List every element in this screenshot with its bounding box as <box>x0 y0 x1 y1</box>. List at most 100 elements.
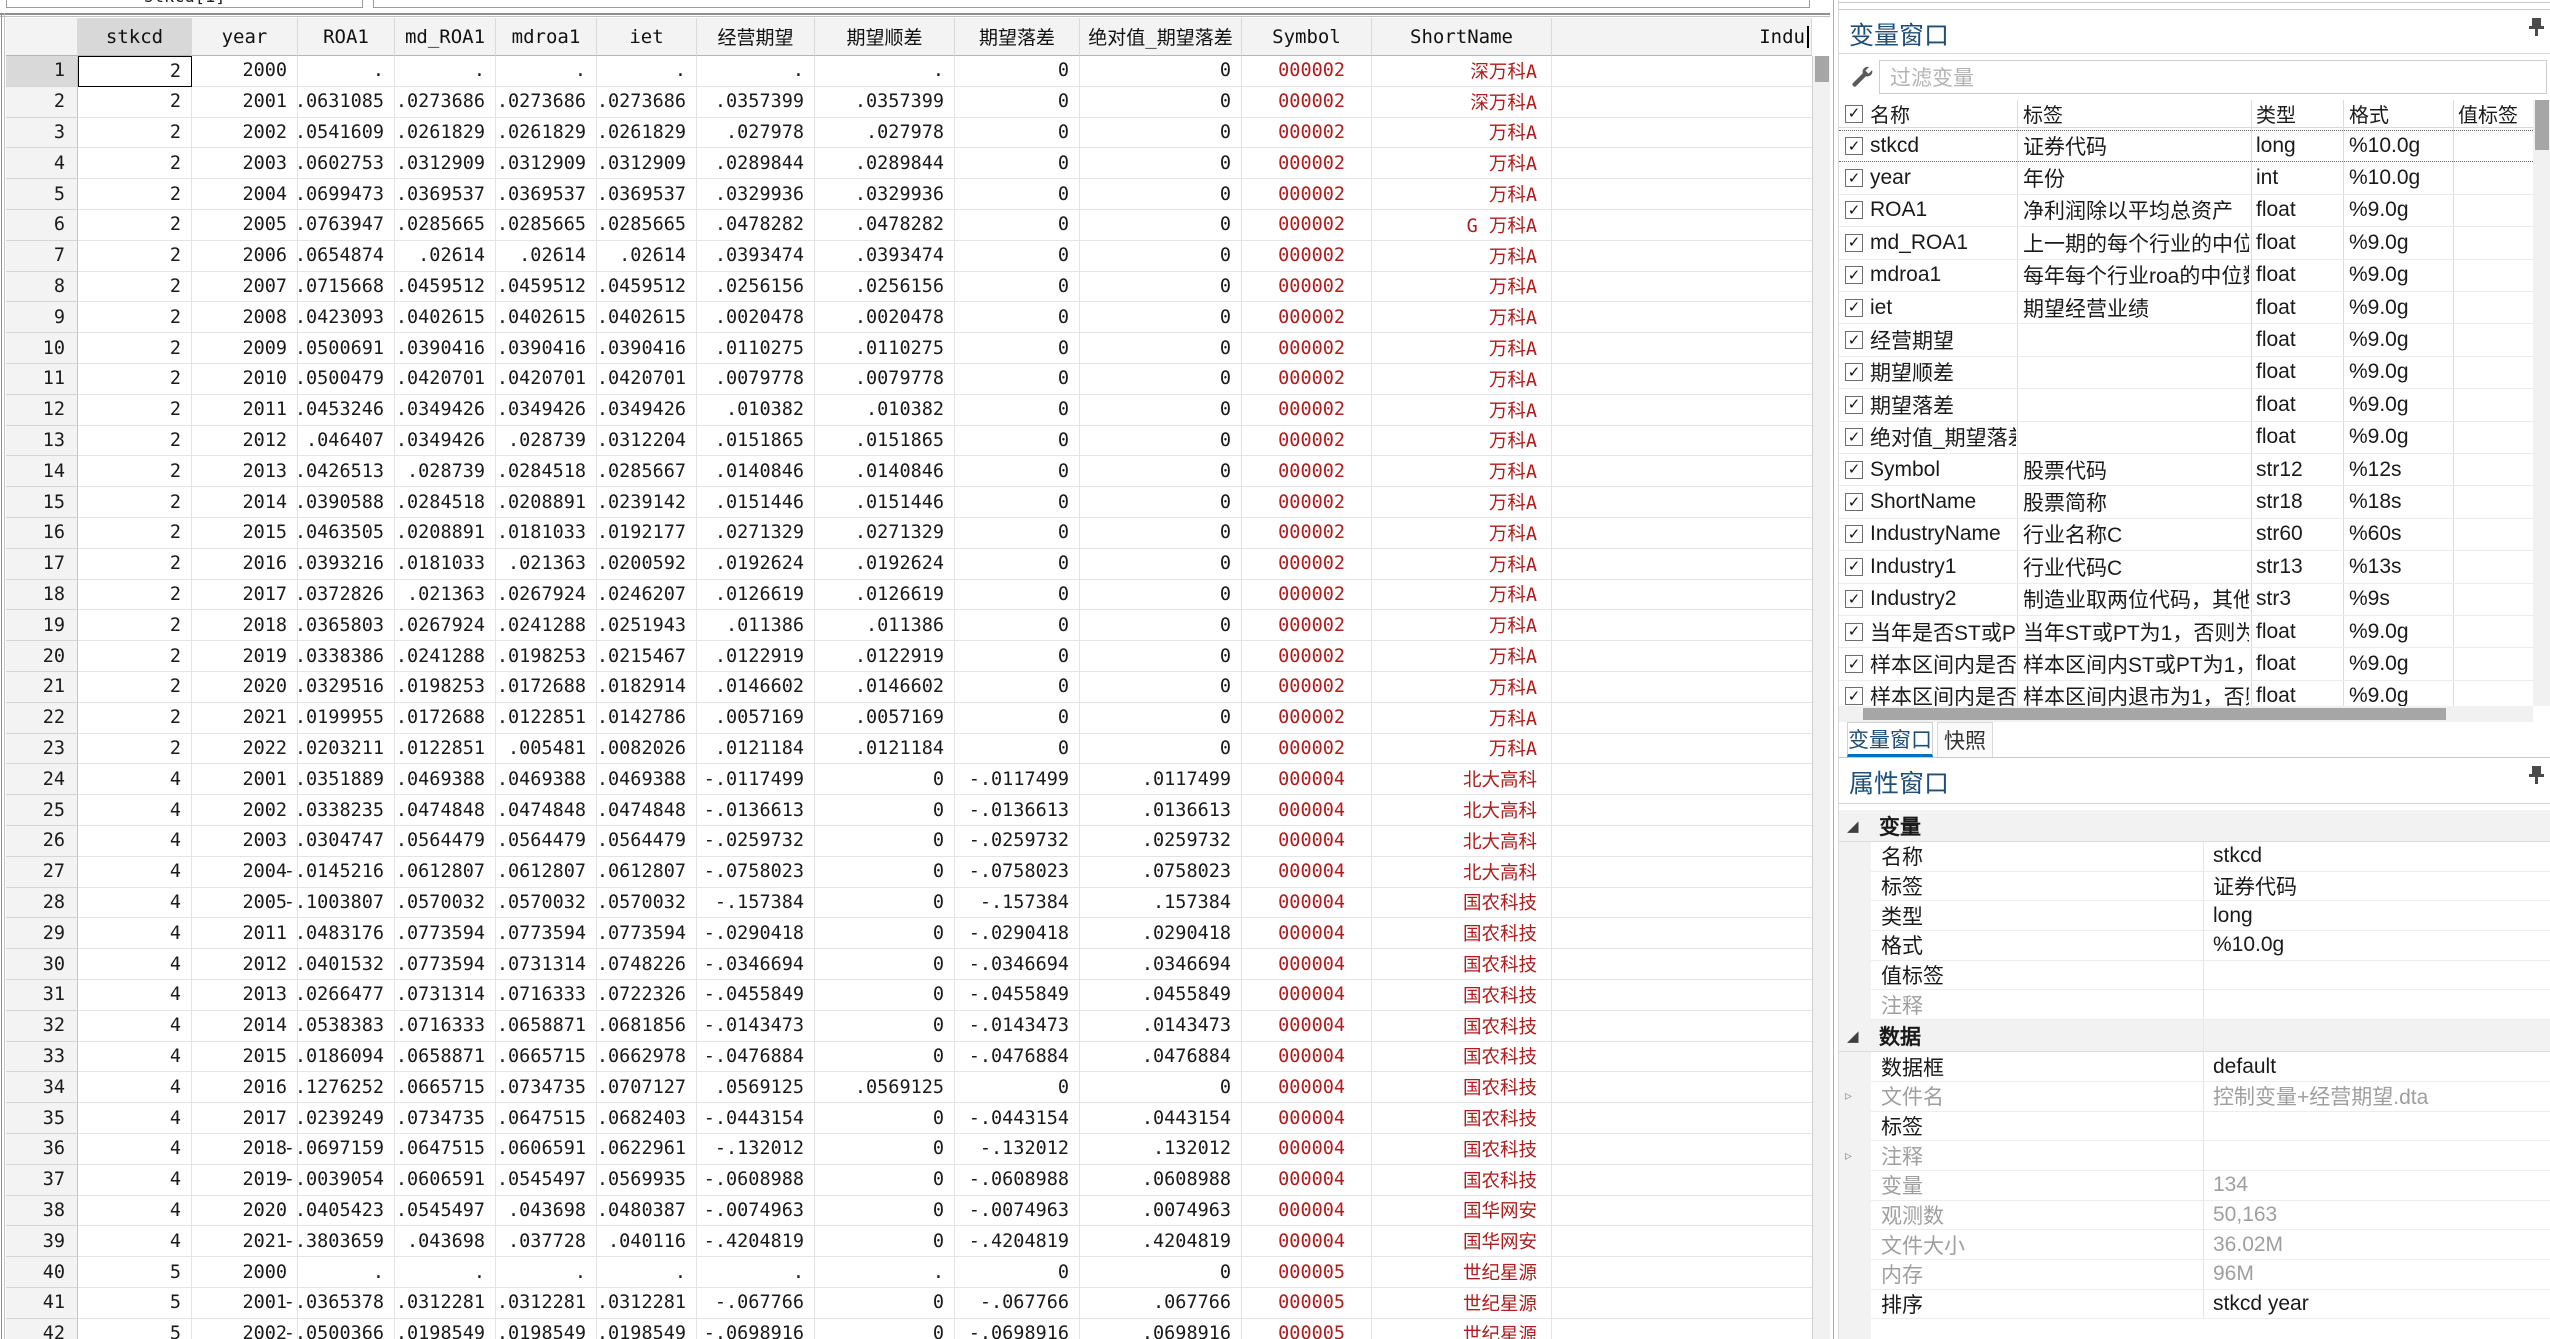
variable-row[interactable]: ✓期望落差float%9.0g <box>1839 389 2533 421</box>
cell-iet[interactable]: .0198549 <box>597 1319 697 1339</box>
variable-row[interactable]: ✓样本区间内是否...样本区间内退市为1，否则...float%9.0g <box>1839 681 2533 706</box>
cell-Symbol[interactable]: 000005 <box>1242 1288 1372 1319</box>
cell-mdroa1[interactable]: .0402615 <box>496 302 597 333</box>
cell-qwlc[interactable]: -.0758023 <box>955 857 1080 888</box>
cell-ROA1[interactable]: .0483176 <box>298 918 395 949</box>
cell-stkcd[interactable]: 4 <box>78 1196 192 1227</box>
cell-qwlc[interactable]: 0 <box>955 395 1080 426</box>
cell-mdroa1[interactable]: .0312909 <box>496 148 597 179</box>
cell-jdz[interactable]: 0 <box>1080 734 1242 765</box>
cell-stkcd[interactable]: 2 <box>78 333 192 364</box>
cell-qwsc[interactable]: .0121184 <box>815 734 955 765</box>
cell-iet[interactable]: .0402615 <box>597 302 697 333</box>
cell-iet[interactable]: .0273686 <box>597 87 697 118</box>
cell-qwsc[interactable]: .0057169 <box>815 703 955 734</box>
cell-stkcd[interactable]: 4 <box>78 1165 192 1196</box>
cell-ShortName[interactable]: 北大高科 <box>1372 764 1552 795</box>
cell-ROA1[interactable]: .0329516 <box>298 672 395 703</box>
cell-stkcd[interactable]: 2 <box>78 703 192 734</box>
cell-jdz[interactable]: .0346694 <box>1080 949 1242 980</box>
cell-ROA1[interactable]: .0186094 <box>298 1042 395 1073</box>
variable-checkbox[interactable]: ✓ <box>1845 525 1863 543</box>
cell-mdroa1[interactable]: .0731314 <box>496 949 597 980</box>
cell-jyqw[interactable]: .0478282 <box>697 210 815 241</box>
cell-IndustryName[interactable] <box>1552 1165 1812 1196</box>
cell-iet[interactable]: .0469388 <box>597 764 697 795</box>
cell-mdroa1[interactable]: .0172688 <box>496 672 597 703</box>
cell-IndustryName[interactable] <box>1552 1288 1812 1319</box>
cell-jyqw[interactable]: .0289844 <box>697 148 815 179</box>
cell-qwlc[interactable]: -.0443154 <box>955 1103 1080 1134</box>
cell-stkcd[interactable]: 2 <box>78 518 192 549</box>
cell-year[interactable]: 2019 <box>192 641 298 672</box>
cell-IndustryName[interactable] <box>1552 426 1812 457</box>
cell-jdz[interactable]: .0136613 <box>1080 795 1242 826</box>
cell-stkcd[interactable]: 4 <box>78 918 192 949</box>
cell-IndustryName[interactable] <box>1552 672 1812 703</box>
row-number-cell[interactable]: 39 <box>6 1226 78 1257</box>
cell-qwsc[interactable]: 0 <box>815 1226 955 1257</box>
cell-iet[interactable]: .0564479 <box>597 826 697 857</box>
cell-ShortName[interactable]: 国农科技 <box>1372 918 1552 949</box>
cell-year[interactable]: 2007 <box>192 272 298 303</box>
cell-IndustryName[interactable] <box>1552 1011 1812 1042</box>
cell-mdroa1[interactable]: .0241288 <box>496 610 597 641</box>
row-expand-icon[interactable]: ▹ <box>1845 1147 1852 1164</box>
cell-IndustryName[interactable] <box>1552 610 1812 641</box>
cell-year[interactable]: 2003 <box>192 826 298 857</box>
property-value[interactable]: 134 <box>2213 1171 2248 1200</box>
cell-mdroa1[interactable]: .0564479 <box>496 826 597 857</box>
cell-qwsc[interactable]: 0 <box>815 949 955 980</box>
variable-row[interactable]: ✓ShortName股票简称str18%18s <box>1839 486 2533 518</box>
cell-stkcd[interactable]: 4 <box>78 1103 192 1134</box>
cell-jyqw[interactable]: .0256156 <box>697 272 815 303</box>
cell-qwlc[interactable]: -.0074963 <box>955 1196 1080 1227</box>
cell-md_ROA1[interactable]: .0658871 <box>395 1042 496 1073</box>
properties-section-header[interactable]: ◢数据 <box>1839 1020 2550 1052</box>
cell-year[interactable]: 2016 <box>192 1072 298 1103</box>
cell-ROA1[interactable]: .0390588 <box>298 487 395 518</box>
cell-stkcd[interactable]: 2 <box>78 672 192 703</box>
cell-jdz[interactable]: .0143473 <box>1080 1011 1242 1042</box>
cell-md_ROA1[interactable]: .0420701 <box>395 364 496 395</box>
cell-jyqw[interactable]: -.0443154 <box>697 1103 815 1134</box>
cell-qwlc[interactable]: 0 <box>955 518 1080 549</box>
row-number-cell[interactable]: 15 <box>6 487 78 518</box>
cell-jdz[interactable]: 0 <box>1080 580 1242 611</box>
cell-iet[interactable]: .0285665 <box>597 210 697 241</box>
variable-checkbox[interactable]: ✓ <box>1845 331 1863 349</box>
cell-iet[interactable]: .0459512 <box>597 272 697 303</box>
property-value[interactable]: 96M <box>2213 1260 2254 1289</box>
cell-mdroa1[interactable]: .0734735 <box>496 1072 597 1103</box>
row-number-cell[interactable]: 20 <box>6 641 78 672</box>
cell-qwsc[interactable]: .0110275 <box>815 333 955 364</box>
property-value[interactable]: stkcd <box>2213 842 2262 871</box>
col-header-label[interactable]: 标签 <box>2023 100 2063 127</box>
cell-mdroa1[interactable]: .0369537 <box>496 179 597 210</box>
cell-qwsc[interactable]: 0 <box>815 980 955 1011</box>
cell-ShortName[interactable]: 万科A <box>1372 426 1552 457</box>
cell-Symbol[interactable]: 000002 <box>1242 241 1372 272</box>
variables-horizontal-scrollbar-thumb[interactable] <box>1863 708 2446 720</box>
cell-iet[interactable]: .0707127 <box>597 1072 697 1103</box>
cell-ShortName[interactable]: 万科A <box>1372 148 1552 179</box>
cell-IndustryName[interactable] <box>1552 1042 1812 1073</box>
cell-year[interactable]: 2009 <box>192 333 298 364</box>
cell-ROA1[interactable]: -.0697159 <box>298 1134 395 1165</box>
cell-Symbol[interactable]: 000002 <box>1242 734 1372 765</box>
cell-stkcd[interactable]: 2 <box>78 210 192 241</box>
cell-jyqw[interactable]: .0569125 <box>697 1072 815 1103</box>
cell-jdz[interactable]: 0 <box>1080 549 1242 580</box>
row-number-cell[interactable]: 14 <box>6 456 78 487</box>
variable-filter-input[interactable]: 过滤变量 <box>1879 60 2547 94</box>
cell-IndustryName[interactable] <box>1552 518 1812 549</box>
cell-qwsc[interactable]: .0192624 <box>815 549 955 580</box>
cell-ShortName[interactable]: 万科A <box>1372 734 1552 765</box>
cell-ROA1[interactable]: .0463505 <box>298 518 395 549</box>
cell-IndustryName[interactable] <box>1552 487 1812 518</box>
cell-ShortName[interactable]: 万科A <box>1372 456 1552 487</box>
row-number-cell[interactable]: 24 <box>6 764 78 795</box>
property-value[interactable]: 控制变量+经营期望.dta <box>2213 1082 2428 1111</box>
cell-Symbol[interactable]: 000002 <box>1242 703 1372 734</box>
row-number-cell[interactable]: 35 <box>6 1103 78 1134</box>
